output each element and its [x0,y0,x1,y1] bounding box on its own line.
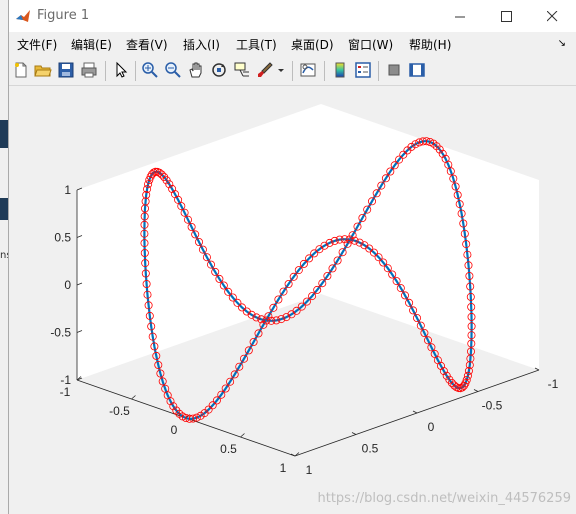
data-cursor-icon[interactable] [233,61,251,79]
maximize-button[interactable] [483,0,529,32]
z-tick-label: 1 [64,183,71,197]
menu-view[interactable]: 查看(V) [126,36,168,53]
figure-toolbar [9,57,576,86]
title-bar[interactable]: Figure 1 [9,0,576,32]
y-tick-label: 0 [428,420,435,434]
y-tick-label: -1 [548,377,559,391]
x-tick-mark [131,395,136,400]
link-plot-icon[interactable] [299,61,317,79]
x-tick-label: 0.5 [220,442,237,456]
menu-tools[interactable]: 工具(T) [236,36,277,53]
toolbar-separator [135,61,136,81]
watermark-text: https://blog.csdn.net/weixin_44576259 [317,491,571,506]
toolbar-separator [105,61,106,81]
menu-help[interactable]: 帮助(H) [409,36,451,53]
minimize-icon [454,11,466,22]
menu-insert[interactable]: 插入(I) [183,36,220,53]
z-tick-label: 0.5 [54,231,71,245]
menu-window[interactable]: 窗口(W) [348,36,393,53]
menu-desktop[interactable]: 桌面(D) [291,36,334,53]
window-title: Figure 1 [37,8,90,23]
y-tick-mark [412,410,418,414]
open-file-icon[interactable] [34,61,52,79]
rotate-3d-icon[interactable] [210,61,228,79]
y-tick-label: 1 [306,463,313,477]
minimize-button[interactable] [437,0,483,32]
select-pointer-icon[interactable] [112,61,130,79]
zoom-in-icon[interactable] [141,61,159,79]
x-tick-label: -1 [60,385,71,399]
x-tick-label: 1 [280,461,287,475]
close-button[interactable] [529,0,575,32]
close-icon [546,10,558,22]
menu-edit[interactable]: 编辑(E) [71,36,112,53]
figure-window: Figure 1 文件(F) 编辑(E) 查看(V) 插入(I) 工具(T) 桌… [8,0,576,514]
legend-icon[interactable] [354,61,372,79]
zoom-out-icon[interactable] [164,61,182,79]
new-figure-icon[interactable] [12,61,30,79]
save-icon[interactable] [57,61,75,79]
z-tick-label: -1 [60,373,71,387]
z-tick-label: 0 [64,278,71,292]
x-tick-mark [240,433,245,438]
x-tick-label: -0.5 [109,404,130,418]
maximize-icon [500,10,512,22]
z-tick-label: -0.5 [50,326,71,340]
toolbar-separator [378,61,379,81]
axes-3d-plot[interactable]: -1 -0.5 0 0.5 1 -1 -0.5 0 0.5 1 -1 -0.5 0 0.5 1 [9,86,576,514]
x-tick-label: 0 [171,423,178,437]
colorbar-icon[interactable] [331,61,349,79]
dock-arrow-icon[interactable]: ↘ [558,38,566,49]
y-tick-mark [473,389,479,392]
y-tick-label: 0.5 [362,442,379,456]
figure-canvas[interactable]: -1 -0.5 0 0.5 1 -1 -0.5 0 0.5 1 -1 -0.5 0 0.5 1 https:… [9,86,576,514]
hide-plot-tools-icon[interactable] [385,61,403,79]
matlab-icon [15,8,31,24]
pan-hand-icon[interactable] [187,61,205,79]
toolbar-separator [292,61,293,81]
y-tick-mark [351,432,357,435]
menu-file[interactable]: 文件(F) [17,36,57,53]
y-tick-label: -0.5 [482,399,503,413]
toolbar-separator [324,61,325,81]
brush-dropdown-icon[interactable] [277,61,285,79]
menu-bar: 文件(F) 编辑(E) 查看(V) 插入(I) 工具(T) 桌面(D) 窗口(W… [9,32,576,56]
print-icon[interactable] [80,61,98,79]
brush-icon[interactable] [256,61,274,79]
show-plot-tools-icon[interactable] [408,61,426,79]
